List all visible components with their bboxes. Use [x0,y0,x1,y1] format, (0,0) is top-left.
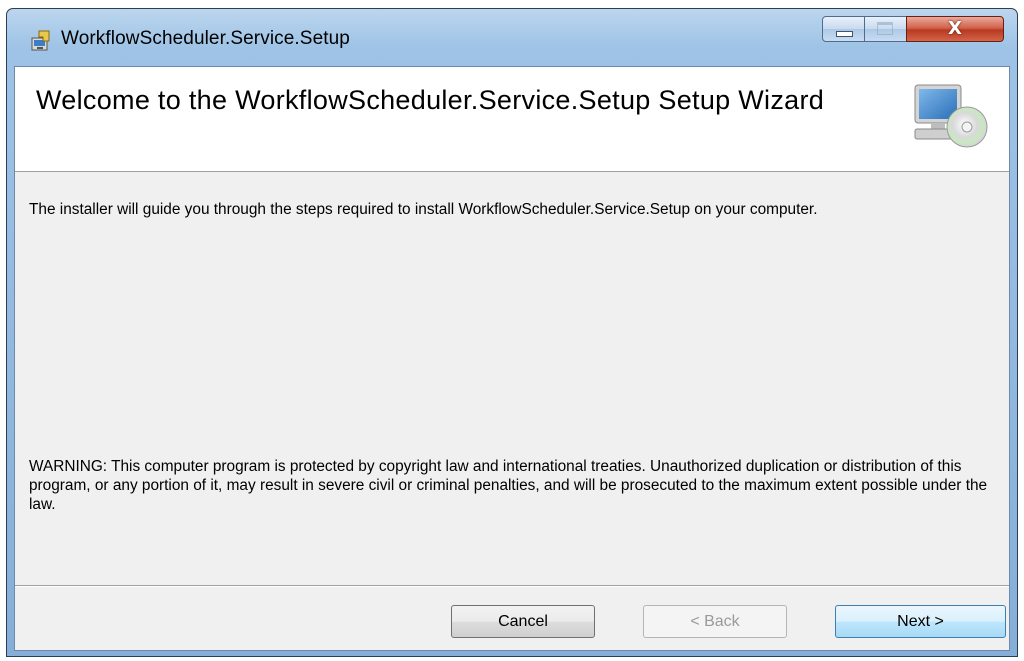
close-button[interactable]: X [906,16,1004,42]
wizard-title: Welcome to the WorkflowScheduler.Service… [36,85,825,115]
window-title: WorkflowScheduler.Service.Setup [61,28,350,49]
title-bar[interactable]: WorkflowScheduler.Service.Setup X [7,9,1017,67]
computer-cd-icon [914,84,988,148]
maximize-icon [877,22,893,35]
installer-icon [31,30,50,51]
button-divider [15,585,1009,587]
copyright-warning: WARNING: This computer program is protec… [29,458,988,513]
wizard-banner: Welcome to the WorkflowScheduler.Service… [15,67,1009,172]
minimize-button[interactable] [822,16,865,42]
close-icon: X [948,18,962,39]
setup-window: WorkflowScheduler.Service.Setup X Welcom… [6,8,1018,657]
intro-text: The installer will guide you through the… [29,201,818,218]
maximize-button[interactable] [864,16,907,42]
wizard-client-area: Welcome to the WorkflowScheduler.Service… [14,66,1010,651]
cancel-button[interactable]: Cancel [451,605,595,638]
back-button[interactable]: < Back [643,605,787,638]
minimize-icon [836,31,853,37]
next-button[interactable]: Next > [835,605,1006,638]
